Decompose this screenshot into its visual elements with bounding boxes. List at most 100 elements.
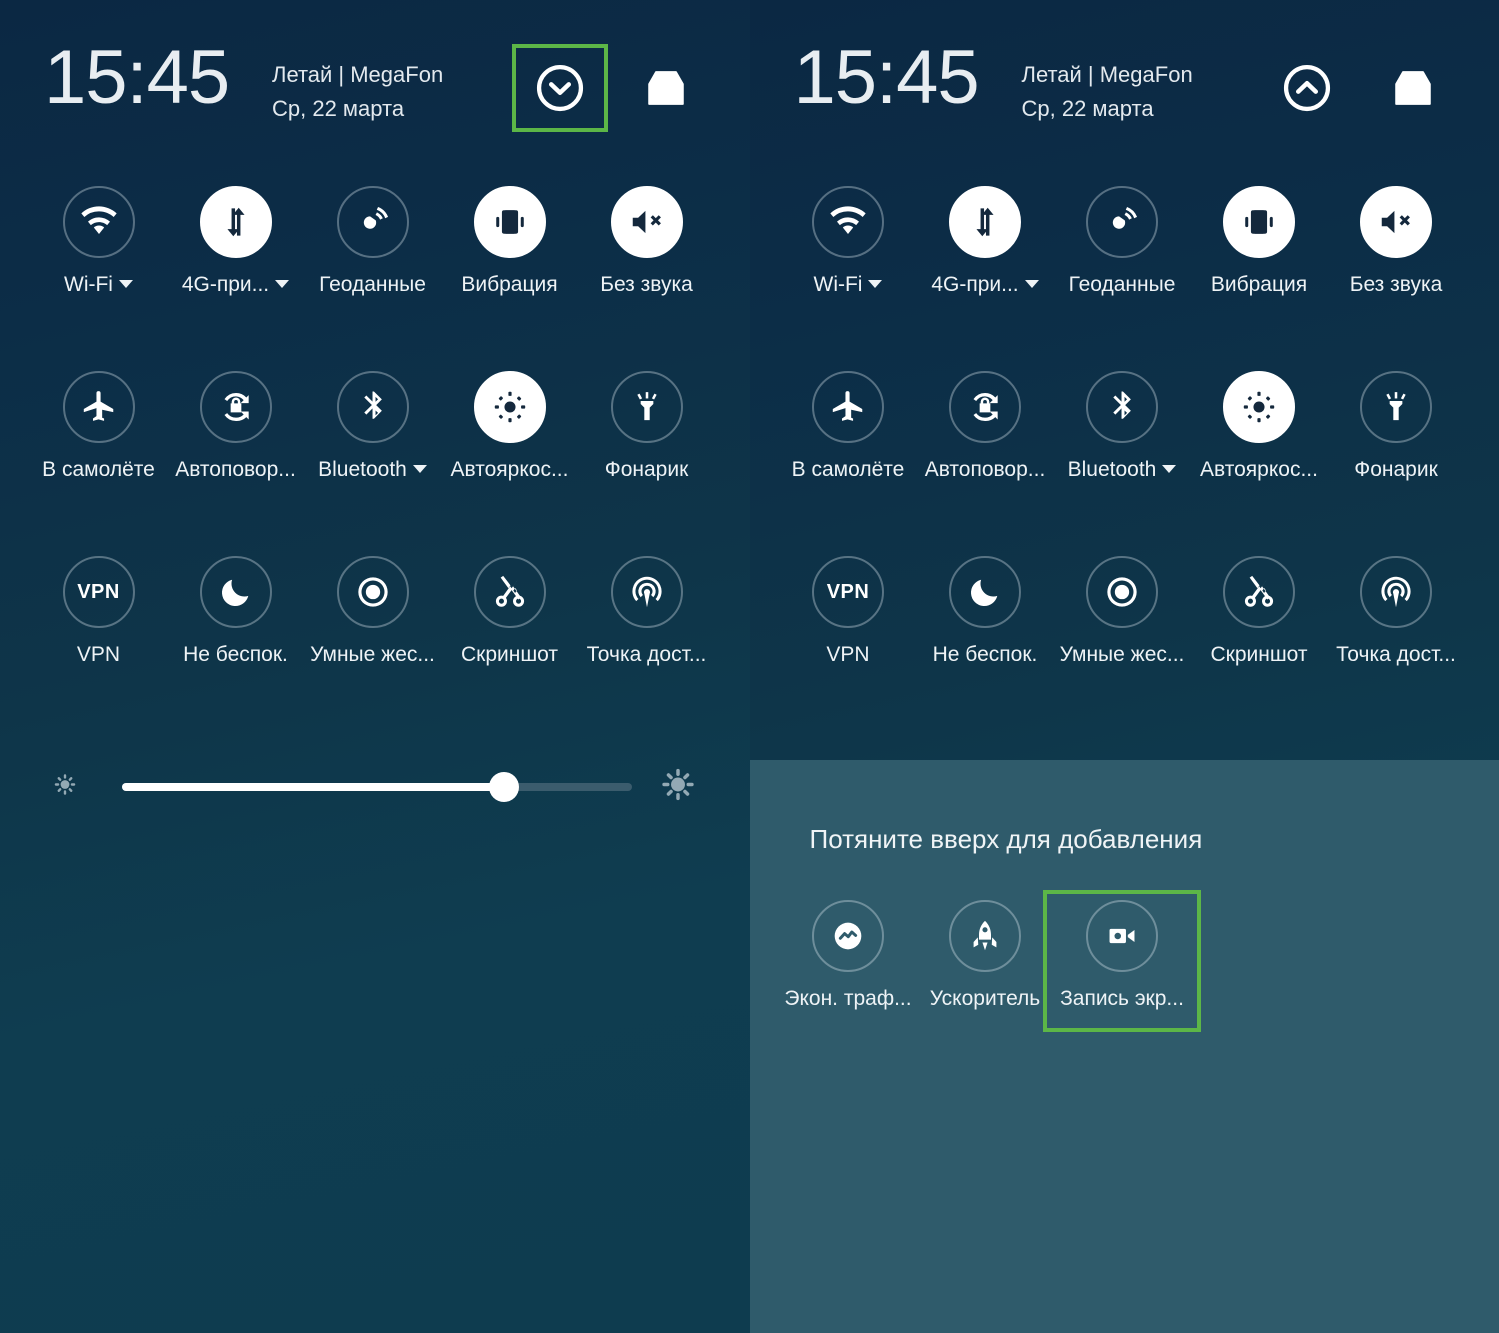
quick-tile[interactable]: Точка дост... [578, 556, 715, 668]
airplane-icon[interactable] [62, 371, 135, 443]
quick-tile[interactable]: 4G-при... [917, 186, 1054, 298]
bluetooth-icon[interactable] [336, 371, 409, 443]
chevron-up-circle-button[interactable] [1259, 44, 1355, 132]
vpn-icon[interactable]: VPN [812, 556, 884, 628]
quick-tile[interactable]: Wi-Fi [30, 186, 167, 298]
chevron-down-circle-button[interactable] [511, 44, 608, 132]
quick-tile[interactable]: Геоданные [1054, 186, 1191, 298]
quick-tile-label: Вибрация [1211, 272, 1307, 298]
chevron-down-icon[interactable] [1162, 465, 1177, 473]
hotspot-icon[interactable] [1360, 556, 1432, 628]
quick-tile[interactable]: Скриншот [441, 556, 578, 668]
brightness-track[interactable] [122, 772, 632, 802]
quick-tile[interactable]: Умные жес... [1054, 556, 1191, 668]
left-quick-settings-panel: 15:45 Летай | MegaFon Ср, 22 марта Wi-Fi… [0, 0, 750, 1333]
brightness-low-icon [48, 768, 82, 807]
quick-tile[interactable]: Автоповор... [167, 371, 304, 483]
quick-tile-label-text: Автоповор... [924, 458, 1046, 481]
status-header-right: 15:45 Летай | MegaFon Ср, 22 марта [750, 0, 1499, 160]
chevron-down-icon[interactable] [412, 465, 427, 473]
quick-tile-label-text: Wi-Fi [813, 273, 863, 296]
quick-tile[interactable]: Wi-Fi [780, 186, 917, 298]
drawer-tile[interactable]: Запись экр... [1043, 890, 1201, 1032]
moon-icon[interactable] [949, 556, 1021, 628]
quick-tile-label-text: 4G-при... [181, 273, 270, 296]
rocket-icon[interactable] [949, 900, 1021, 972]
add-tiles-drawer: Потяните вверх для добавления Экон. траф… [749, 760, 1499, 1333]
quick-tile-label: VPN [77, 642, 120, 668]
quick-tile[interactable]: Без звука [1328, 186, 1465, 298]
bluetooth-icon[interactable] [1086, 371, 1158, 443]
quick-tile[interactable]: В самолёте [780, 371, 917, 483]
wifi-icon[interactable] [812, 186, 884, 258]
right-quick-settings-panel: 15:45 Летай | MegaFon Ср, 22 марта Wi-Fi… [749, 0, 1499, 1333]
screen-record-icon[interactable] [1086, 900, 1158, 972]
auto-rotate-icon[interactable] [949, 371, 1021, 443]
status-header-left: 15:45 Летай | MegaFon Ср, 22 марта [0, 0, 750, 160]
vpn-icon[interactable]: VPN [62, 556, 135, 628]
quick-tiles-grid-right: Wi-Fi 4G-при... Геоданные Вибрация Без звука… [750, 186, 1499, 741]
wifi-icon[interactable] [62, 186, 135, 258]
quick-tile[interactable]: Точка дост... [1328, 556, 1465, 668]
smart-gestures-icon[interactable] [1086, 556, 1158, 628]
scissors-icon[interactable] [473, 556, 546, 628]
carrier-and-date: Летай | MegaFon Ср, 22 марта [272, 58, 443, 126]
inbox-button[interactable] [618, 44, 714, 132]
auto-brightness-icon[interactable] [1223, 371, 1295, 443]
tile-row-3: VPN VPN Не беспок. Умные жес... Скриншот Точк… [750, 556, 1499, 741]
quick-settings-screenshot: 15:45 Летай | MegaFon Ср, 22 марта Wi-Fi… [0, 0, 1499, 1333]
flashlight-icon[interactable] [610, 371, 683, 443]
quick-tile[interactable]: Автояркос... [441, 371, 578, 483]
quick-tile[interactable]: Без звука [578, 186, 715, 298]
smart-gestures-icon[interactable] [336, 556, 409, 628]
quick-tile[interactable]: Геоданные [304, 186, 441, 298]
chevron-down-icon[interactable] [868, 280, 883, 288]
inbox-button[interactable] [1365, 44, 1461, 132]
quick-tile[interactable]: VPN VPN [30, 556, 167, 668]
vibration-icon[interactable] [1223, 186, 1295, 258]
quick-tile[interactable]: Bluetooth [1054, 371, 1191, 483]
drawer-tile[interactable]: Ускоритель [917, 900, 1054, 1012]
quick-tile[interactable]: В самолёте [30, 371, 167, 483]
chevron-down-icon[interactable] [1024, 280, 1039, 288]
auto-brightness-icon[interactable] [473, 371, 546, 443]
quick-tile[interactable]: Умные жес... [304, 556, 441, 668]
scissors-icon[interactable] [1223, 556, 1295, 628]
quick-tile[interactable]: Автояркос... [1191, 371, 1328, 483]
mute-icon[interactable] [1360, 186, 1432, 258]
quick-tile[interactable]: Автоповор... [917, 371, 1054, 483]
quick-tile-label-text: Скриншот [460, 643, 559, 666]
vibration-icon[interactable] [473, 186, 546, 258]
drawer-tile-list: Экон. траф... Ускоритель Запись экр... [750, 890, 1499, 1060]
quick-tile[interactable]: Не беспок. [167, 556, 304, 668]
drawer-tile-label: Запись экр... [1060, 987, 1184, 1010]
data-saver-icon[interactable] [812, 900, 884, 972]
mute-icon[interactable] [610, 186, 683, 258]
drawer-title: Потяните вверх для добавления [809, 824, 1203, 854]
brightness-slider-row[interactable] [0, 742, 750, 832]
drawer-tile[interactable]: Экон. траф... [780, 900, 917, 1012]
quick-tile[interactable]: Bluetooth [304, 371, 441, 483]
quick-tile[interactable]: Фонарик [1328, 371, 1465, 483]
quick-tile[interactable]: 4G-при... [167, 186, 304, 298]
quick-tile[interactable]: Не беспок. [917, 556, 1054, 668]
quick-tile[interactable]: Вибрация [1191, 186, 1328, 298]
location-tap-icon[interactable] [1086, 186, 1158, 258]
location-tap-icon[interactable] [336, 186, 409, 258]
flashlight-icon[interactable] [1360, 371, 1432, 443]
data-transfer-icon[interactable] [949, 186, 1021, 258]
quick-tile[interactable]: Вибрация [441, 186, 578, 298]
chevron-down-icon[interactable] [275, 280, 290, 288]
hotspot-icon[interactable] [610, 556, 683, 628]
airplane-icon[interactable] [812, 371, 884, 443]
data-transfer-icon[interactable] [199, 186, 272, 258]
quick-tile[interactable]: Фонарик [578, 371, 715, 483]
chevron-down-icon[interactable] [118, 280, 133, 288]
quick-tile[interactable]: VPN VPN [780, 556, 917, 668]
quick-tile-label: Фонарик [605, 457, 689, 483]
brightness-knob[interactable] [489, 772, 520, 802]
auto-rotate-icon[interactable] [199, 371, 272, 443]
moon-icon[interactable] [199, 556, 272, 628]
quick-tile[interactable]: Скриншот [1191, 556, 1328, 668]
quick-tile-label: В самолёте [42, 457, 155, 483]
